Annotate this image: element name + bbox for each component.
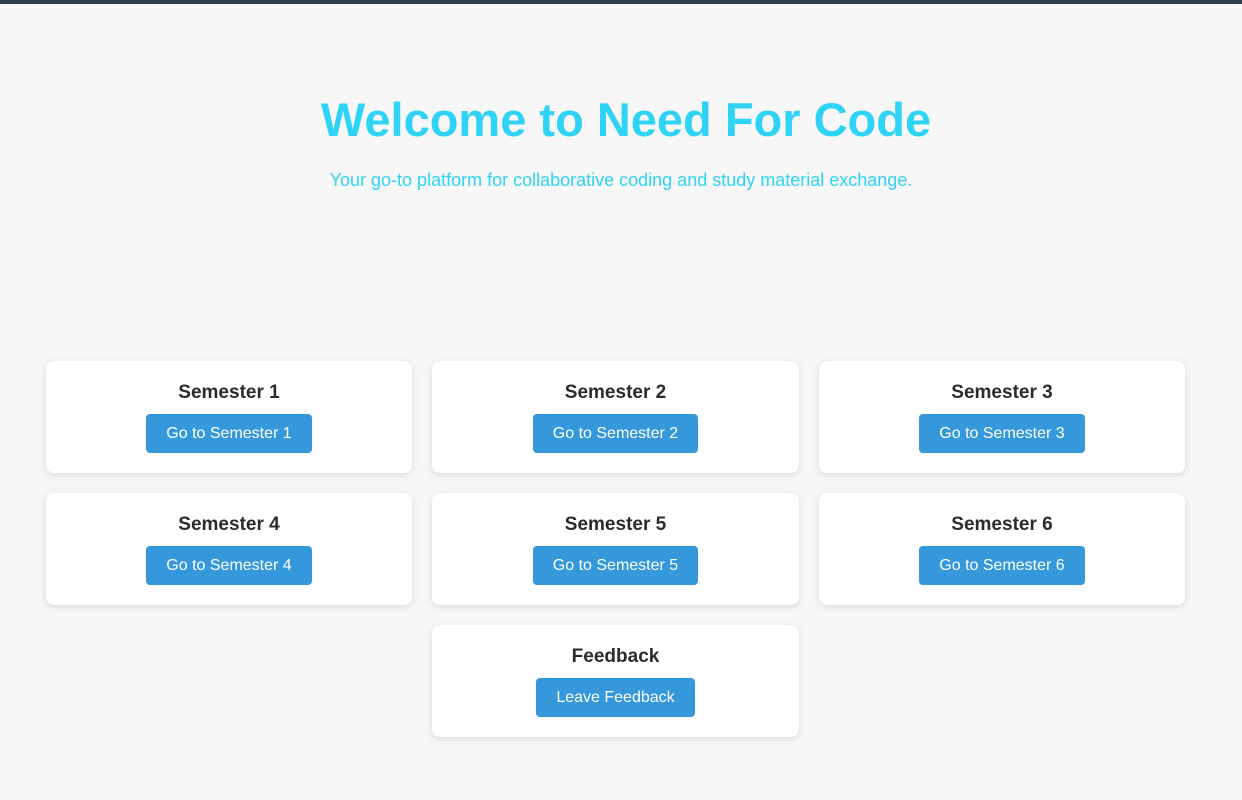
- go-to-semester-3-button[interactable]: Go to Semester 3: [919, 414, 1085, 453]
- card-semester-2: Semester 2 Go to Semester 2: [432, 361, 799, 473]
- go-to-semester-6-button[interactable]: Go to Semester 6: [919, 546, 1085, 585]
- semester-grid: Semester 1 Go to Semester 1 Semester 2 G…: [46, 361, 1185, 737]
- card-semester-3: Semester 3 Go to Semester 3: [819, 361, 1185, 473]
- card-title: Semester 2: [564, 382, 667, 403]
- go-to-semester-5-button[interactable]: Go to Semester 5: [532, 546, 699, 585]
- card-title: Semester 6: [951, 514, 1053, 535]
- card-feedback: Feedback Leave Feedback: [432, 625, 799, 737]
- go-to-semester-4-button[interactable]: Go to Semester 4: [146, 546, 312, 585]
- page-subtitle: Your go-to platform for collaborative co…: [329, 170, 913, 190]
- page-title: Welcome to Need For Code: [320, 93, 932, 146]
- hero-section: Welcome to Need For Code Your go-to plat…: [0, 92, 1242, 192]
- card-title: Feedback: [571, 646, 660, 667]
- card-semester-4: Semester 4 Go to Semester 4: [46, 493, 412, 605]
- leave-feedback-button[interactable]: Leave Feedback: [536, 678, 695, 717]
- top-bar: [0, 0, 1242, 4]
- card-semester-6: Semester 6 Go to Semester 6: [819, 493, 1185, 605]
- go-to-semester-1-button[interactable]: Go to Semester 1: [146, 414, 312, 453]
- card-title: Semester 4: [178, 514, 280, 535]
- card-semester-5: Semester 5 Go to Semester 5: [432, 493, 799, 605]
- card-title: Semester 3: [951, 382, 1053, 403]
- go-to-semester-2-button[interactable]: Go to Semester 2: [532, 414, 699, 453]
- card-title: Semester 5: [564, 514, 667, 535]
- card-semester-1: Semester 1 Go to Semester 1: [46, 361, 412, 473]
- card-title: Semester 1: [178, 382, 280, 403]
